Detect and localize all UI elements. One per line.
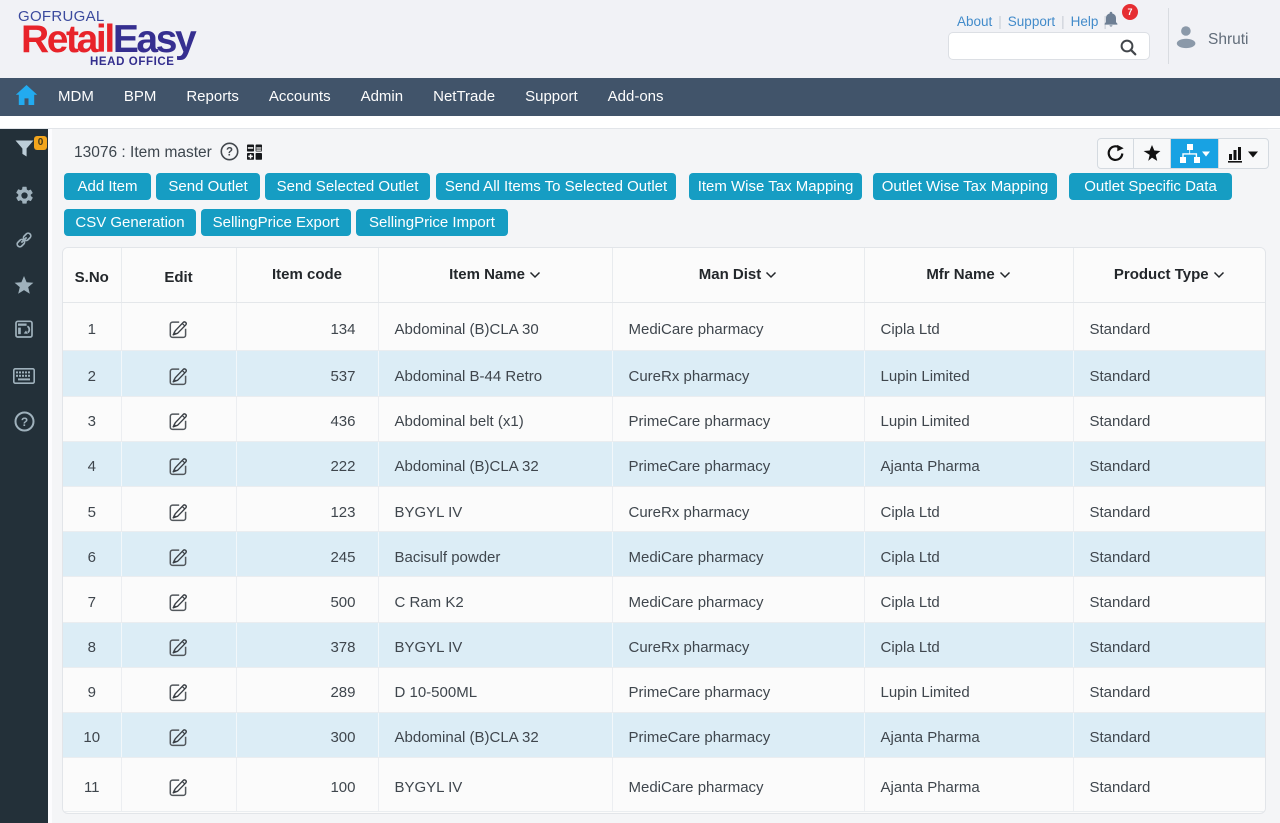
svg-text:?: ? bbox=[20, 415, 27, 429]
svg-text:?: ? bbox=[226, 147, 233, 159]
